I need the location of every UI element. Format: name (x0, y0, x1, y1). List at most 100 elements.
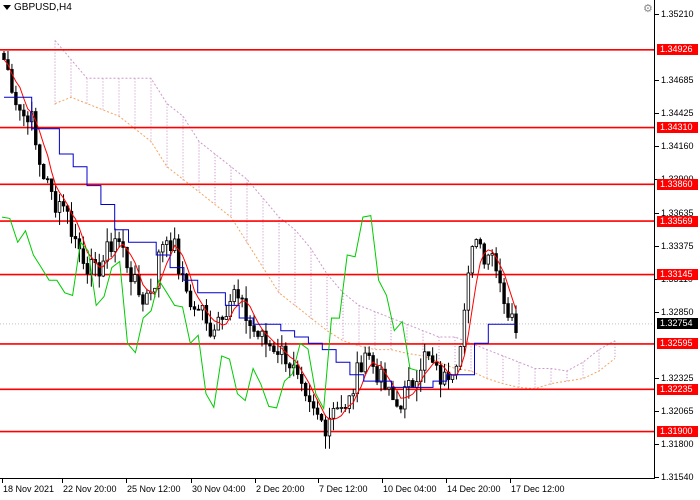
candle-body (276, 351, 280, 355)
candle-body (101, 260, 105, 277)
candle-body (319, 413, 324, 421)
candle-body (38, 144, 42, 165)
dropdown-triangle-icon[interactable] (3, 5, 11, 10)
time-tick-label: 10 Dec 04:00 (383, 484, 437, 494)
candle-body (470, 246, 475, 274)
candle-body (474, 239, 479, 247)
candle-body (252, 325, 256, 332)
candle-body (168, 240, 173, 251)
candle-body (395, 399, 399, 407)
candle-body (232, 289, 236, 302)
time-tick-label: 25 Nov 12:00 (127, 484, 181, 494)
price-tick-mark (655, 311, 659, 313)
candle-body (315, 407, 320, 415)
chart-window: GBPUSD,H4 ⚙ 1.35210 1.34685 1.34425 1.34160… (0, 0, 700, 500)
candle-body (426, 351, 431, 357)
level-price-tag: 1.32235 (657, 383, 698, 395)
candle-body (161, 244, 165, 253)
candle-body (367, 352, 371, 356)
candle-body (442, 371, 447, 385)
price-chart[interactable] (0, 0, 655, 479)
candle-body (307, 395, 312, 403)
candle-body (236, 289, 240, 299)
time-tick-mark (446, 479, 447, 483)
candle-body (486, 254, 490, 265)
level-price-tag: 1.33860 (657, 178, 698, 190)
candle-body (57, 201, 62, 213)
price-tick-label: 1.34685 (661, 75, 694, 86)
candle-body (430, 355, 435, 363)
candle-body (375, 366, 379, 383)
candle-body (73, 236, 78, 240)
price-tick-mark (655, 113, 659, 115)
candle-body (327, 417, 332, 437)
candle-body (176, 238, 181, 275)
price-tick-label: 1.32065 (661, 405, 694, 416)
candle-body (129, 267, 133, 283)
senkou-span-b-line (54, 40, 616, 372)
candle-body (391, 386, 395, 401)
candle-body (371, 355, 375, 367)
candle-body (45, 178, 50, 181)
candle-body (407, 380, 411, 388)
level-price-tag: 1.34926 (657, 44, 698, 56)
level-price-tag: 1.33145 (657, 269, 698, 281)
plot-area[interactable]: GBPUSD,H4 ⚙ (0, 0, 655, 479)
price-tick-label: 1.32850 (661, 306, 694, 317)
time-axis[interactable]: 18 Nov 2021 22 Nov 20:00 25 Nov 12:00 30 No… (0, 479, 655, 500)
time-tick-mark (126, 479, 127, 483)
time-tick-mark (382, 479, 383, 483)
candle-body (379, 368, 383, 383)
candle-body (188, 290, 193, 308)
candle-body (49, 178, 54, 192)
candle-body (296, 364, 300, 375)
candle-body (288, 363, 292, 369)
price-axis[interactable]: 1.352101.346851.344251.341601.339001.336… (655, 0, 700, 482)
time-tick-mark (62, 479, 63, 483)
candle-body (339, 407, 344, 409)
level-price-tag: 1.34310 (657, 122, 698, 134)
candle-body (434, 361, 439, 366)
time-tick-label: 14 Dec 20:00 (447, 484, 501, 494)
symbol-label[interactable]: GBPUSD,H4 (3, 2, 72, 13)
current-price-tag: 1.32754 (657, 318, 698, 330)
candle-body (117, 238, 121, 243)
candle-body (260, 330, 264, 337)
price-tick-mark (655, 146, 659, 148)
candle-body (220, 316, 224, 320)
candle-body (61, 201, 66, 207)
price-tick-label: 1.34425 (661, 108, 694, 119)
candle-body (165, 240, 169, 245)
candle-body (351, 393, 355, 397)
candle-body (323, 419, 328, 437)
senkou-span-a-line (54, 96, 616, 390)
candle-body (335, 407, 340, 410)
candle-body (113, 238, 117, 253)
time-tick-label: 17 Dec 12:00 (511, 484, 565, 494)
candle-body (411, 380, 415, 388)
candle-body (184, 273, 189, 292)
candle-body (192, 306, 197, 310)
candle-body (458, 346, 463, 367)
level-price-tag: 1.33569 (657, 215, 698, 227)
candle-body (299, 374, 304, 384)
time-tick-mark (191, 479, 192, 483)
candle-body (18, 104, 22, 111)
candle-body (224, 316, 228, 320)
gear-icon[interactable]: ⚙ (643, 2, 653, 15)
candle-body (311, 401, 316, 409)
candle-body (478, 239, 482, 245)
time-tick-label: 22 Nov 20:00 (63, 484, 117, 494)
level-price-tag: 1.32595 (657, 338, 698, 350)
level-price-tag: 1.31900 (657, 426, 698, 438)
candle-body (502, 282, 506, 305)
candle-body (34, 111, 38, 146)
candle-body (240, 297, 244, 300)
time-tick-mark (510, 479, 511, 483)
candle-body (204, 305, 209, 324)
candle-body (14, 91, 18, 106)
price-tick-label: 1.35210 (661, 9, 694, 19)
candle-body (22, 109, 26, 117)
candle-body (303, 382, 308, 397)
candle-body (208, 322, 213, 337)
